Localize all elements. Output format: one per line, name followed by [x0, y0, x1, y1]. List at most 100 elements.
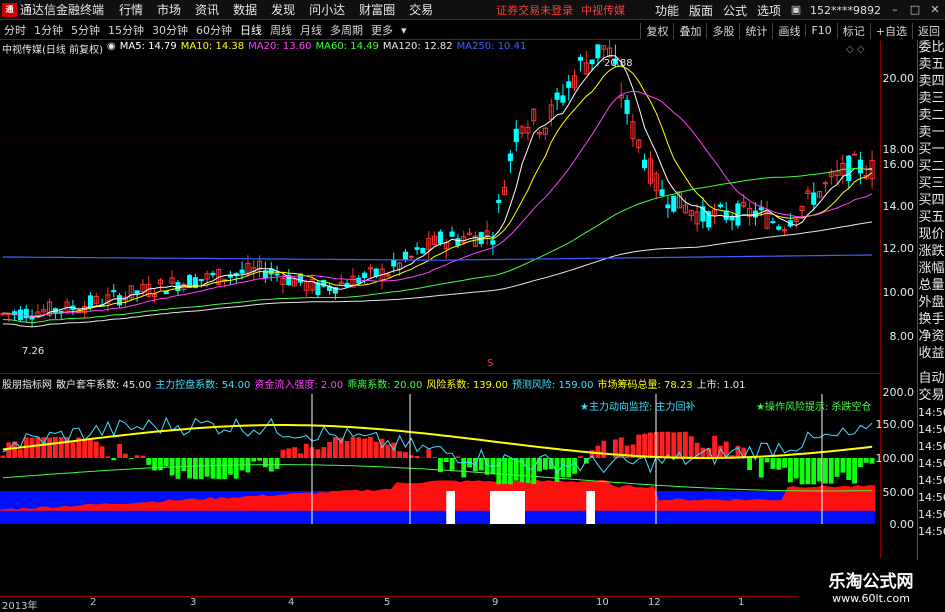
dropdown-arrow-icon[interactable]: ▾ — [397, 24, 411, 37]
indicator-histogram-bar — [327, 442, 332, 458]
menu-item-news[interactable]: 资讯 — [188, 1, 226, 18]
price-chart-svg[interactable] — [0, 40, 880, 373]
ma5-line — [3, 56, 872, 317]
candle-body — [357, 278, 361, 283]
indicator-histogram-bar — [88, 439, 93, 458]
btn-f10[interactable]: F10 — [805, 24, 836, 37]
indicator-histogram-bar — [374, 442, 379, 458]
candle-body — [497, 200, 501, 202]
auto-trade-button[interactable]: 自动 — [918, 371, 945, 388]
login-warning[interactable]: 证券交易未登录 — [492, 2, 577, 18]
candle-body — [718, 205, 722, 207]
indicator-value: 散户套牢系数: 45.00 — [56, 376, 151, 391]
period-tab-5min[interactable]: 5分钟 — [67, 22, 104, 38]
indicator-histogram-bar — [257, 458, 262, 461]
candle-body — [730, 217, 734, 220]
settings-icon[interactable]: ◉ — [107, 41, 116, 56]
indicator-histogram-bar — [765, 458, 770, 462]
indicator-histogram-bar — [829, 458, 834, 484]
menu-item-layout[interactable]: 版面 — [684, 2, 718, 19]
event-marker-icon[interactable]: S — [487, 358, 493, 369]
user-icon[interactable]: ▣ — [789, 4, 803, 16]
indicator-histogram-bar — [181, 458, 186, 471]
candle-body — [59, 311, 63, 312]
indicator-histogram-bar — [286, 448, 291, 458]
menu-item-options[interactable]: 选项 — [752, 2, 786, 19]
period-tab-30min[interactable]: 30分钟 — [148, 22, 192, 38]
indicator-histogram-bar — [852, 458, 857, 484]
menu-item-formula[interactable]: 公式 — [718, 2, 752, 19]
maximize-icon[interactable]: □ — [908, 4, 922, 16]
btn-draw[interactable]: 画线 — [772, 23, 805, 39]
period-tab-timeshare[interactable]: 分时 — [0, 22, 30, 38]
indicator-line-cyan — [3, 418, 872, 474]
btn-back[interactable]: 返回 — [912, 23, 945, 39]
close-icon[interactable]: ✕ — [928, 4, 942, 16]
indicator-histogram-bar — [117, 444, 122, 458]
btn-stats[interactable]: 统计 — [739, 23, 772, 39]
candle-body — [415, 248, 419, 250]
period-tab-more[interactable]: 更多 — [367, 22, 397, 38]
btn-multistock[interactable]: 多股 — [706, 23, 739, 39]
candle-body — [596, 45, 600, 58]
period-tab-1min[interactable]: 1分钟 — [30, 22, 67, 38]
indicator-histogram-bar — [426, 449, 431, 458]
indicator-histogram-bar — [59, 437, 64, 458]
period-tab-daily[interactable]: 日线 — [236, 22, 266, 38]
candle-body — [701, 207, 705, 221]
candle-body — [374, 269, 378, 276]
x-tick: 10 — [596, 597, 609, 608]
account-id[interactable]: 152****9892 — [806, 4, 885, 17]
period-tab-monthly[interactable]: 月线 — [296, 22, 326, 38]
period-tab-multi[interactable]: 多周期 — [326, 22, 367, 38]
y-tick: 100.00 — [876, 452, 915, 465]
minimize-icon[interactable]: – — [888, 4, 902, 16]
indicator-histogram-bar — [53, 437, 58, 458]
candle-body — [240, 270, 244, 273]
indicator-histogram-bar — [531, 458, 536, 484]
menu-item-trade[interactable]: 交易 — [402, 1, 440, 18]
ma120-label: MA120: 12.82 — [383, 41, 453, 56]
panel-label: 收益 — [918, 346, 945, 363]
panel-label: 买三 — [918, 176, 945, 193]
y-tick: 14.00 — [883, 200, 915, 213]
candle-body — [363, 273, 367, 277]
indicator-panel[interactable]: 股朋指标网 散户套牢系数: 45.00 主力控盘系数: 54.00 资金流入强度… — [0, 373, 880, 558]
trade-time: 14:56 — [918, 405, 945, 422]
quote-side-panel: 委比 卖五 卖四 卖三 卖二 卖一 买一 买二 买三 买四 买五 现价 涨跌 涨… — [917, 40, 945, 560]
indicator-histogram-bar — [870, 458, 875, 464]
panel-label: 卖四 — [918, 74, 945, 91]
indicator-histogram-bar — [671, 432, 676, 458]
menu-item-market[interactable]: 市场 — [150, 1, 188, 18]
indicator-histogram-bar — [321, 447, 326, 458]
candle-body — [812, 193, 816, 204]
menu-right: 功能 版面 公式 选项 ▣ 152****9892 – □ ✕ — [650, 0, 945, 20]
ma10-line — [3, 66, 872, 316]
indicator-histogram-bar — [508, 458, 513, 484]
period-tab-60min[interactable]: 60分钟 — [192, 22, 236, 38]
period-tab-weekly[interactable]: 周线 — [266, 22, 296, 38]
btn-overlay[interactable]: 叠加 — [673, 23, 706, 39]
candle-body — [666, 205, 670, 208]
menu-item-wealth[interactable]: 财富圈 — [352, 1, 402, 18]
indicator-histogram-bar — [683, 432, 688, 458]
menu-item-data[interactable]: 数据 — [226, 1, 264, 18]
candle-body — [514, 129, 518, 141]
btn-add-watch[interactable]: +自选 — [870, 23, 912, 39]
indicator-chart-svg[interactable] — [0, 374, 880, 559]
auto-trade-button[interactable]: 交易 — [918, 388, 945, 405]
price-chart-panel[interactable]: 中视传媒(日线 前复权) ◉ MA5: 14.79 MA10: 14.38 MA… — [0, 40, 880, 373]
btn-adjust[interactable]: 复权 — [640, 23, 673, 39]
indicator-histogram-bar — [444, 458, 449, 462]
btn-mark[interactable]: 标记 — [837, 23, 870, 39]
indicator-histogram-bar — [100, 446, 105, 458]
panel-label: 卖三 — [918, 91, 945, 108]
menu-item-ask[interactable]: 问小达 — [302, 1, 352, 18]
diamond-icon[interactable]: ◇ ◇ — [846, 44, 865, 55]
ma250-label: MA250: 10.41 — [457, 41, 527, 56]
menu-item-function[interactable]: 功能 — [650, 2, 684, 19]
menu-item-discover[interactable]: 发现 — [264, 1, 302, 18]
menu-item-quotes[interactable]: 行情 — [112, 1, 150, 18]
period-tab-15min[interactable]: 15分钟 — [104, 22, 148, 38]
indicator-histogram-bar — [811, 458, 816, 484]
